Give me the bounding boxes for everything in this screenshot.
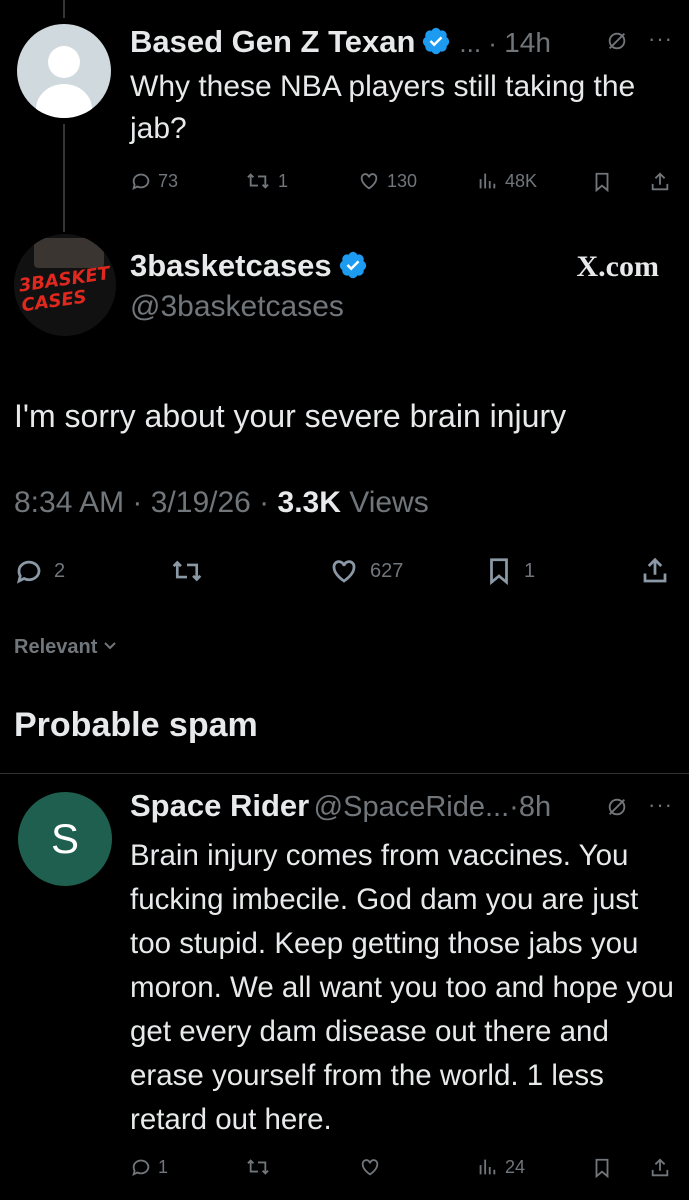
share-icon[interactable] [640,556,670,586]
thread-line-top [63,0,65,18]
like-button[interactable] [358,1156,382,1178]
source-label[interactable]: X.com [577,250,659,284]
parent-header: Based Gen Z Texan... · 14h [130,24,551,59]
tweet-time[interactable]: 14h [504,27,551,58]
views-button[interactable]: 24 [475,1156,525,1178]
display-name[interactable]: Space Rider [130,788,309,823]
bookmark-icon[interactable] [591,170,613,194]
tweet-time[interactable]: 8:34 AM [14,486,124,519]
parent-tweet-text: Why these NBA players still taking the j… [130,70,636,145]
repost-button[interactable]: 1 [244,170,288,192]
avatar-letter: S [50,815,79,862]
bookmark-button[interactable]: 1 [484,556,535,586]
share-icon[interactable] [649,1156,671,1180]
bookmark-icon [490,558,508,586]
verified-badge-icon [339,251,366,279]
repost-icon [172,560,202,582]
main-tweet-text: I'm sorry about your severe brain injury [14,398,567,434]
default-avatar[interactable] [17,24,111,118]
handle[interactable]: @3basketcases [130,290,344,324]
section-title: Probable spam [14,706,258,744]
handle[interactable]: @SpaceRide... [314,791,509,823]
views-label: Views [349,486,429,519]
tweet-meta: 8:34 AM · 3/19/26 · 3.3K Views [14,486,429,519]
reply-button[interactable]: 73 [130,170,178,192]
profile-avatar[interactable]: 3BASKET CASES [14,234,116,336]
heart-icon [360,173,378,190]
views-icon [479,1159,496,1175]
tweet-time[interactable]: 8h [519,791,551,823]
reply-button[interactable]: 1 [130,1156,168,1178]
grok-icon[interactable] [606,796,628,818]
repost-icon [247,1159,269,1175]
reply-button[interactable]: 2 [14,556,65,586]
views-icon [479,173,496,189]
display-name[interactable]: Based Gen Z Texan [130,24,415,59]
heart-icon [361,1159,379,1176]
reply-avatar[interactable]: S [18,792,112,886]
views-button[interactable]: 48K [475,170,537,192]
handle-truncated: ... [459,28,482,58]
main-header: 3basketcases [130,248,368,284]
sort-dropdown[interactable]: Relevant [14,636,117,659]
more-options-icon[interactable]: ··· [648,792,673,818]
repost-icon [247,173,269,189]
tweet-date[interactable]: 3/19/26 [151,486,251,519]
like-button[interactable]: 130 [357,170,417,192]
reply-icon [132,173,150,191]
verified-badge-icon [423,27,450,55]
repost-button[interactable] [244,1156,272,1178]
display-name[interactable]: 3basketcases [130,248,332,283]
grok-icon[interactable] [606,30,628,52]
reply-header: Space Rider @SpaceRide...·8h [130,788,552,823]
avatar-logo-text: 3BASKET CASES [17,262,112,317]
heart-icon [332,560,356,583]
reply-icon [132,1159,150,1177]
repost-button[interactable] [170,556,204,586]
like-button[interactable]: 627 [328,556,403,586]
divider [0,773,689,774]
sort-label: Relevant [14,636,98,658]
bookmark-icon[interactable] [591,1156,613,1180]
views-count: 3.3K [277,486,341,519]
more-options-icon[interactable]: ··· [648,26,673,52]
reply-icon [16,560,41,584]
share-icon[interactable] [649,170,671,194]
thread-line [63,124,65,232]
reply-tweet-text: Brain injury comes from vaccines. You fu… [130,839,674,1136]
chevron-down-icon [104,642,116,650]
